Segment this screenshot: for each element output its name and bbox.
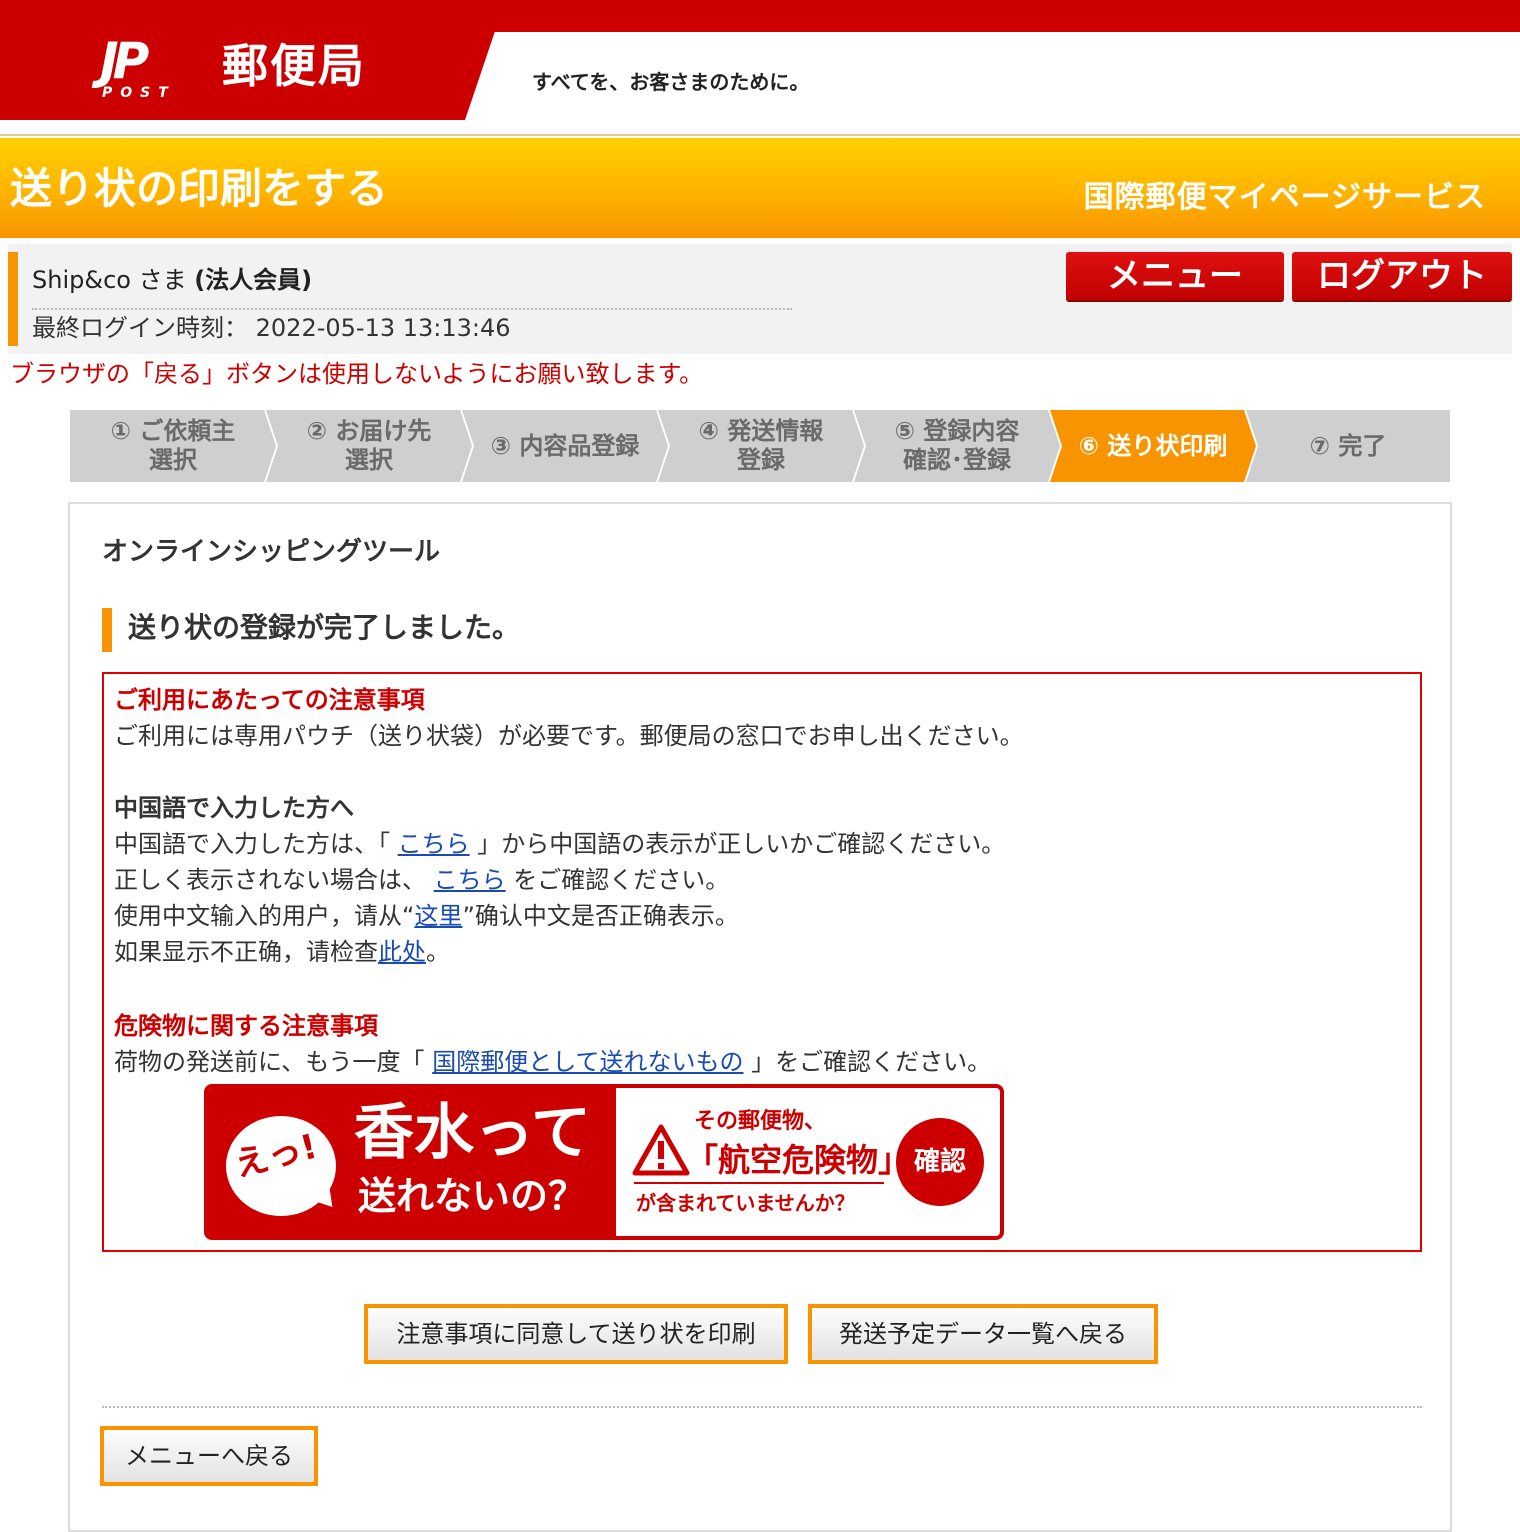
- banner-right-divider: [634, 1182, 884, 1184]
- chinese-line-3-pre: 使用中文输入的用户，请从“: [114, 902, 415, 930]
- user-name: Ship&co さま: [32, 266, 187, 294]
- danger-text-post: 」をご確認ください。: [743, 1048, 992, 1076]
- main-panel: オンラインシッピングツール 送り状の登録が完了しました。 ご利用にあたっての注意…: [68, 502, 1452, 1532]
- step-7: ⑦ 完了: [1246, 410, 1450, 482]
- chinese-line-4-post: 。: [426, 938, 450, 966]
- member-type: (法人会員): [194, 266, 313, 294]
- header-divider: [0, 134, 1520, 136]
- chinese-check-link-1[interactable]: こちら: [398, 830, 470, 858]
- dangerous-goods-banner[interactable]: えっ! 香水って 送れないの？ その郵便物、 「航空危険物」 が含まれていません…: [204, 1084, 1004, 1240]
- user-info-bar: Ship&co さま (法人会員) 最終ログイン時刻： 2022-05-13 1…: [8, 244, 1512, 354]
- chinese-line-3-post: ”确认中文是否正确表示。: [462, 902, 739, 930]
- tool-title: オンラインシッピングツール: [102, 537, 441, 567]
- banner-left-panel: えっ! 香水って 送れないの？: [208, 1088, 616, 1236]
- logo-post-text: POST: [102, 85, 176, 101]
- logout-button[interactable]: ログアウト: [1292, 252, 1512, 300]
- chinese-line-3: 使用中文输入的用户，请从“这里”确认中文是否正确表示。: [114, 898, 739, 934]
- title-band: 送り状の印刷をする 国際郵便マイページサービス: [0, 138, 1520, 238]
- usage-text: ご利用には専用パウチ（送り状袋）が必要です。郵便局の窓口でお申し出ください。: [114, 722, 1024, 750]
- chinese-line-2-post: をご確認ください。: [505, 866, 730, 894]
- step-4: ④ 発送情報 登録: [658, 410, 864, 482]
- banner-right-line-2: 「航空危険物」: [686, 1141, 911, 1179]
- browser-back-warning: ブラウザの「戻る」ボタンは使用しないようにお願い致します。: [10, 360, 704, 388]
- logo-jp-text: JP: [100, 32, 149, 90]
- brand-name: 郵便局: [222, 39, 366, 93]
- danger-text: 荷物の発送前に、もう一度「 国際郵便として送れないもの 」をご確認ください。: [114, 1044, 991, 1080]
- banner-confirm-badge[interactable]: 確認: [896, 1118, 984, 1206]
- usage-heading: ご利用にあたっての注意事項: [114, 686, 425, 714]
- chinese-here-link[interactable]: 这里: [414, 902, 462, 930]
- chinese-check-link-2[interactable]: こちら: [434, 866, 506, 894]
- user-bar-accent: [8, 252, 18, 346]
- banner-right-line-3: が含まれていませんか？: [636, 1191, 855, 1215]
- step-1: ① ご依頼主 選択: [70, 410, 276, 482]
- chinese-line-2-pre: 正しく表示されない場合は、: [114, 866, 434, 894]
- chinese-line-4: 如果显示不正确，请检查此处。: [114, 934, 450, 970]
- banner-right-line-1: その郵便物、: [694, 1109, 827, 1134]
- panel-divider: [102, 1406, 1422, 1408]
- back-to-list-button[interactable]: 発送予定データ一覧へ戻る: [808, 1304, 1158, 1364]
- chinese-check-here-link[interactable]: 此处: [378, 938, 426, 966]
- back-to-menu-button[interactable]: メニューへ戻る: [100, 1426, 318, 1486]
- banner-main-line-1: 香水って: [354, 1098, 591, 1168]
- user-name-line: Ship&co さま (法人会員): [32, 262, 312, 298]
- chinese-line-1: 中国語で入力した方は、「 こちら 」から中国語の表示が正しいかご確認ください。: [114, 826, 1005, 862]
- jp-post-logo[interactable]: JP POST: [100, 36, 210, 100]
- chinese-line-2: 正しく表示されない場合は、 こちら をご確認ください。: [114, 862, 729, 898]
- slogan: すべてを、お客さまのために。: [532, 70, 810, 94]
- step-5: ⑤ 登録内容 確認･登録: [854, 410, 1060, 482]
- service-name: 国際郵便マイページサービス: [1083, 180, 1486, 215]
- chinese-heading: 中国語で入力した方へ: [114, 794, 354, 822]
- last-login-line: 最終ログイン時刻： 2022-05-13 13:13:46: [32, 310, 511, 346]
- last-login-label: 最終ログイン時刻：: [32, 314, 248, 342]
- step-2: ② お届け先 選択: [266, 410, 472, 482]
- notice-box: ご利用にあたっての注意事項 ご利用には専用パウチ（送り状袋）が必要です。郵便局の…: [102, 672, 1422, 1252]
- step-3: ③ 内容品登録: [462, 410, 668, 482]
- site-header: JP POST 郵便局 すべてを、お客さまのために。: [0, 0, 1520, 136]
- menu-button[interactable]: メニュー: [1066, 252, 1284, 300]
- agree-and-print-button[interactable]: 注意事項に同意して送り状を印刷: [364, 1304, 788, 1364]
- chinese-line-1-post: 」から中国語の表示が正しいかご確認ください。: [469, 830, 1006, 858]
- step-6-active: ⑥ 送り状印刷: [1050, 410, 1256, 482]
- danger-text-pre: 荷物の発送前に、もう一度「: [114, 1048, 433, 1076]
- prohibited-items-link[interactable]: 国際郵便として送れないもの: [432, 1048, 743, 1076]
- page-title: 送り状の印刷をする: [10, 164, 389, 213]
- warning-triangle-icon: [632, 1124, 690, 1176]
- last-login-value: 2022-05-13 13:13:46: [255, 314, 511, 342]
- progress-steps: ① ご依頼主 選択 ② お届け先 選択 ③ 内容品登録 ④ 発送情報 登録 ⑤ …: [70, 410, 1450, 482]
- chinese-line-1-pre: 中国語で入力した方は、「: [114, 830, 398, 858]
- danger-heading: 危険物に関する注意事項: [114, 1012, 378, 1040]
- banner-main-line-2: 送れないの？: [358, 1174, 587, 1218]
- chinese-line-4-pre: 如果显示不正确，请检查: [114, 938, 378, 966]
- completed-heading: 送り状の登録が完了しました。: [102, 608, 520, 652]
